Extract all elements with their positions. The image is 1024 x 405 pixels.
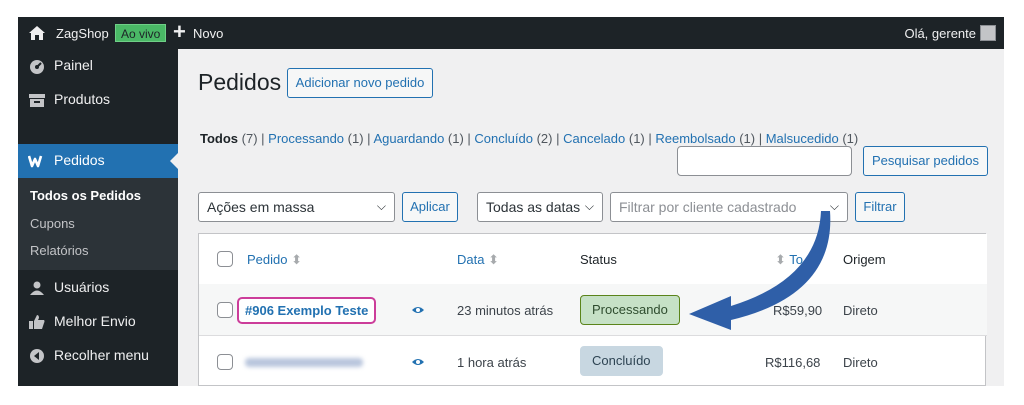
column-status-header: Status <box>580 252 617 267</box>
view-aguardando[interactable]: Aguardando <box>373 131 444 146</box>
sidebar-item-label: Usuários <box>54 279 110 295</box>
order-date: 23 minutos atrás <box>457 303 554 318</box>
column-total-header[interactable]: ⬍ To <box>775 252 803 268</box>
add-new-order-button[interactable]: Adicionar novo pedido <box>287 68 433 98</box>
eye-icon[interactable] <box>411 357 425 367</box>
collapse-icon <box>30 349 44 363</box>
sidebar-item-melhor-envio[interactable]: Melhor Envio <box>18 305 178 339</box>
view-cancelado[interactable]: Cancelado <box>563 131 625 146</box>
column-total-label: To <box>789 252 804 267</box>
submenu-cupons[interactable]: Cupons <box>30 216 75 231</box>
admin-sidebar: Painel Produtos Pedidos Todos os Pedidos… <box>18 49 178 386</box>
table-header-row: Pedido ⬍ Data ⬍ Status ⬍ To Origem <box>199 234 987 286</box>
filter-button[interactable]: Filtrar <box>855 192 905 222</box>
sidebar-item-pedidos[interactable]: Pedidos <box>18 144 178 178</box>
sidebar-item-label: Melhor Envio <box>54 313 136 329</box>
dates-filter-select[interactable]: Todas as datas ⌵ <box>477 192 603 222</box>
main-content: Pedidos Adicionar novo pedido Todos (7) … <box>178 49 1004 386</box>
collapse-menu-button[interactable]: Recolher menu <box>18 339 178 373</box>
sidebar-item-usuarios[interactable]: Usuários <box>18 271 178 305</box>
eye-icon[interactable] <box>411 305 425 315</box>
archive-icon <box>29 94 45 107</box>
sidebar-item-label: Painel <box>54 57 93 73</box>
view-reembolsado[interactable]: Reembolsado <box>655 131 735 146</box>
view-count: (7) <box>241 131 258 146</box>
home-icon[interactable] <box>28 24 46 42</box>
order-link-blurred[interactable] <box>245 358 363 367</box>
view-count: (1) <box>842 131 859 146</box>
chevron-down-icon: ⌵ <box>376 199 386 213</box>
sidebar-item-label: Produtos <box>54 91 111 107</box>
status-badge: Processando <box>580 295 680 325</box>
new-link[interactable]: Novo <box>193 26 223 41</box>
row-checkbox[interactable] <box>217 302 233 318</box>
bulk-actions-select[interactable]: Ações em massa ⌵ <box>198 192 395 222</box>
table-row[interactable]: 1 hora atrás Concluído R$116,68 Direto <box>199 336 987 386</box>
sidebar-item-produtos[interactable]: Produtos <box>18 83 178 117</box>
table-row[interactable]: #906 Exemplo Teste 23 minutos atrás Proc… <box>199 284 987 336</box>
orders-table: Pedido ⬍ Data ⬍ Status ⬍ To Origem #906 … <box>198 233 987 386</box>
view-concluido[interactable]: Concluído <box>474 131 533 146</box>
sort-icon: ⬍ <box>775 252 786 267</box>
view-count: (2) <box>536 131 553 146</box>
sidebar-item-painel[interactable]: Painel <box>18 49 178 83</box>
column-order-label: Pedido <box>247 252 288 267</box>
view-count: (1) <box>739 131 756 146</box>
chevron-down-icon: ⌵ <box>829 199 839 213</box>
row-checkbox[interactable] <box>217 354 233 370</box>
customer-filter-placeholder: Filtrar por cliente cadastrado <box>619 199 797 215</box>
view-todos[interactable]: Todos <box>200 131 238 146</box>
submenu-todos-pedidos[interactable]: Todos os Pedidos <box>30 188 141 203</box>
view-count: (1) <box>628 131 645 146</box>
avatar[interactable] <box>980 25 996 41</box>
view-malsucedido[interactable]: Malsucedido <box>766 131 839 146</box>
order-total: R$59,90 <box>773 303 823 318</box>
column-order-header[interactable]: Pedido ⬍ <box>247 252 302 268</box>
column-date-label: Data <box>457 252 485 267</box>
search-input[interactable] <box>677 146 852 176</box>
submenu-relatorios[interactable]: Relatórios <box>30 243 89 258</box>
sidebar-item-label: Pedidos <box>54 152 105 168</box>
woo-icon <box>28 155 43 168</box>
plus-icon[interactable]: + <box>173 20 186 44</box>
chevron-down-icon: ⌵ <box>584 199 594 213</box>
admin-bar: ZagShop Ao vivo + Novo Olá, gerente <box>18 17 1004 49</box>
sidebar-item-label: Recolher menu <box>54 347 149 363</box>
users-icon <box>30 281 44 295</box>
search-orders-button[interactable]: Pesquisar pedidos <box>863 146 988 176</box>
thumbs-up-icon <box>29 315 45 329</box>
apply-button[interactable]: Aplicar <box>402 192 458 222</box>
page-title: Pedidos <box>198 69 282 95</box>
order-total: R$116,68 <box>765 355 821 370</box>
select-all-checkbox[interactable] <box>217 251 233 267</box>
sort-icon: ⬍ <box>291 252 303 267</box>
view-processando[interactable]: Processando <box>268 131 344 146</box>
view-count: (1) <box>347 131 364 146</box>
order-origin: Direto <box>843 303 878 318</box>
status-badge: Concluído <box>580 346 663 376</box>
order-date: 1 hora atrás <box>457 355 527 370</box>
user-greeting[interactable]: Olá, gerente <box>904 26 976 41</box>
column-date-header[interactable]: Data ⬍ <box>457 252 499 268</box>
dashboard-icon <box>30 60 44 74</box>
sort-icon: ⬍ <box>488 252 499 267</box>
bulk-actions-value: Ações em massa <box>207 199 315 215</box>
view-count: (1) <box>447 131 464 146</box>
column-origin-header: Origem <box>843 252 886 267</box>
status-filter-links: Todos (7) | Processando (1) | Aguardando… <box>200 131 859 146</box>
order-link[interactable]: #906 Exemplo Teste <box>237 297 377 324</box>
customer-filter-select[interactable]: Filtrar por cliente cadastrado ⌵ <box>610 192 848 222</box>
order-origin: Direto <box>843 355 878 370</box>
pedidos-submenu: Todos os Pedidos Cupons Relatórios <box>18 178 178 270</box>
dates-filter-value: Todas as datas <box>486 199 581 215</box>
site-name-link[interactable]: ZagShop <box>56 26 109 41</box>
live-badge: Ao vivo <box>115 24 167 42</box>
screenshot-frame: ZagShop Ao vivo + Novo Olá, gerente Pain… <box>18 17 1004 386</box>
